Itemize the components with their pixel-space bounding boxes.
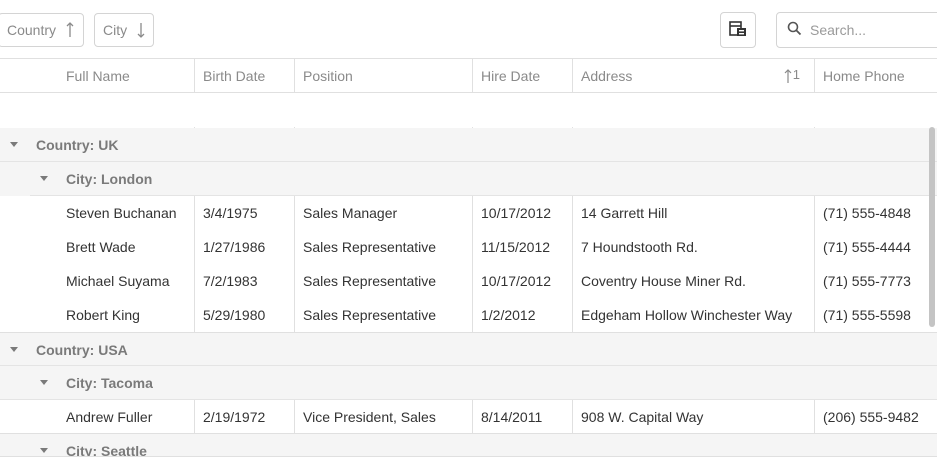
column-header-label: Position: [303, 67, 353, 84]
cell-home-phone: (206) 555-9482: [814, 400, 937, 434]
header-row: Full Name Birth Date Position Hire Date …: [0, 59, 937, 93]
sort-ascending-icon: 1: [784, 68, 800, 84]
cell-address: 14 Garrett Hill: [572, 196, 814, 230]
data-grid: Full Name Birth Date Position Hire Date …: [0, 59, 937, 467]
cell-position: Sales Manager: [294, 196, 472, 230]
table-row[interactable]: Michael Suyama 7/2/1983 Sales Representa…: [0, 264, 937, 298]
column-header-position[interactable]: Position: [294, 59, 472, 93]
cell-address: Edgeham Hollow Winchester Way: [572, 298, 814, 332]
column-header-full-name[interactable]: Full Name: [58, 59, 194, 93]
cell-full-name: Brett Wade: [66, 239, 136, 255]
column-header-label: Hire Date: [481, 67, 541, 84]
collapse-caret-icon[interactable]: [40, 448, 48, 453]
group-row-city[interactable]: City: Tacoma: [0, 366, 937, 400]
cell-address: 7 Houndstooth Rd.: [572, 230, 814, 264]
column-chooser-button[interactable]: [720, 12, 756, 48]
group-chip-label: Country: [7, 22, 57, 38]
grid-bottom-edge: [0, 456, 937, 467]
toolbar: Country City: [0, 0, 937, 59]
cell-birth-date: 5/29/1980: [194, 298, 294, 332]
group-chip-country[interactable]: Country: [0, 13, 84, 47]
cell-address: Coventry House Miner Rd.: [572, 264, 814, 298]
group-row-country[interactable]: Country: USA: [0, 332, 937, 366]
group-label: Country: UK: [36, 137, 119, 153]
group-label: City: Tacoma: [66, 375, 153, 391]
table-row[interactable]: Andrew Fuller 2/19/1972 Vice President, …: [0, 400, 937, 434]
collapse-caret-icon[interactable]: [40, 380, 48, 385]
cell-home-phone: (71) 555-4444: [814, 230, 937, 264]
sort-ascending-icon: [65, 21, 75, 39]
collapse-caret-icon[interactable]: [10, 347, 18, 352]
collapse-caret-icon[interactable]: [40, 176, 48, 181]
vertical-scrollbar[interactable]: [929, 127, 935, 327]
cell-full-name: Michael Suyama: [66, 273, 170, 289]
group-label: Country: USA: [36, 342, 128, 358]
cell-full-name: Robert King: [66, 307, 140, 323]
cell-hire-date: 10/17/2012: [472, 264, 572, 298]
group-row-country[interactable]: Country: UK: [0, 128, 937, 162]
cell-hire-date: 11/15/2012: [472, 230, 572, 264]
column-header-label: Address: [581, 67, 633, 84]
cell-full-name: Steven Buchanan: [66, 205, 177, 221]
group-chip-label: City: [103, 22, 128, 38]
table-row[interactable]: Steven Buchanan 3/4/1975 Sales Manager 1…: [0, 196, 937, 230]
cell-address: 908 W. Capital Way: [572, 400, 814, 434]
header-spacer: [0, 59, 58, 93]
group-row-city[interactable]: City: London: [0, 162, 937, 196]
search-icon: [787, 21, 802, 39]
cell-position: Sales Representative: [294, 264, 472, 298]
cell-birth-date: 7/2/1983: [194, 264, 294, 298]
sort-index: 1: [792, 67, 800, 82]
cell-hire-date: 10/17/2012: [472, 196, 572, 230]
group-label: City: London: [66, 171, 153, 187]
column-header-birth-date[interactable]: Birth Date: [194, 59, 294, 93]
cell-position: Sales Representative: [294, 230, 472, 264]
cell-position: Vice President, Sales: [294, 400, 472, 434]
cell-birth-date: 1/27/1986: [194, 230, 294, 264]
search-box[interactable]: [776, 12, 937, 48]
column-header-address[interactable]: Address 1: [572, 59, 814, 93]
group-indent: [0, 162, 30, 196]
cell-birth-date: 2/19/1972: [194, 400, 294, 434]
collapse-caret-icon[interactable]: [10, 142, 18, 147]
search-input[interactable]: [810, 22, 930, 38]
group-chip-city[interactable]: City: [94, 13, 154, 47]
cell-home-phone: (71) 555-5598: [814, 298, 937, 332]
filter-row: [0, 93, 937, 161]
column-header-hire-date[interactable]: Hire Date: [472, 59, 572, 93]
table-row[interactable]: Brett Wade 1/27/1986 Sales Representativ…: [0, 230, 937, 264]
cell-hire-date: 1/2/2012: [472, 298, 572, 332]
sort-descending-icon: [136, 21, 146, 39]
cell-birth-date: 3/4/1975: [194, 196, 294, 230]
cell-position: Sales Representative: [294, 298, 472, 332]
column-header-label: Home Phone: [823, 67, 905, 84]
cell-home-phone: (71) 555-7773: [814, 264, 937, 298]
column-header-label: Birth Date: [203, 67, 266, 84]
cell-home-phone: (71) 555-4848: [814, 196, 937, 230]
table-row[interactable]: Robert King 5/29/1980 Sales Representati…: [0, 298, 937, 332]
cell-hire-date: 8/14/2011: [472, 400, 572, 434]
column-header-home-phone[interactable]: Home Phone: [814, 59, 937, 93]
cell-full-name: Andrew Fuller: [66, 409, 153, 425]
column-header-label: Full Name: [66, 67, 130, 84]
column-chooser-icon: [729, 20, 747, 40]
